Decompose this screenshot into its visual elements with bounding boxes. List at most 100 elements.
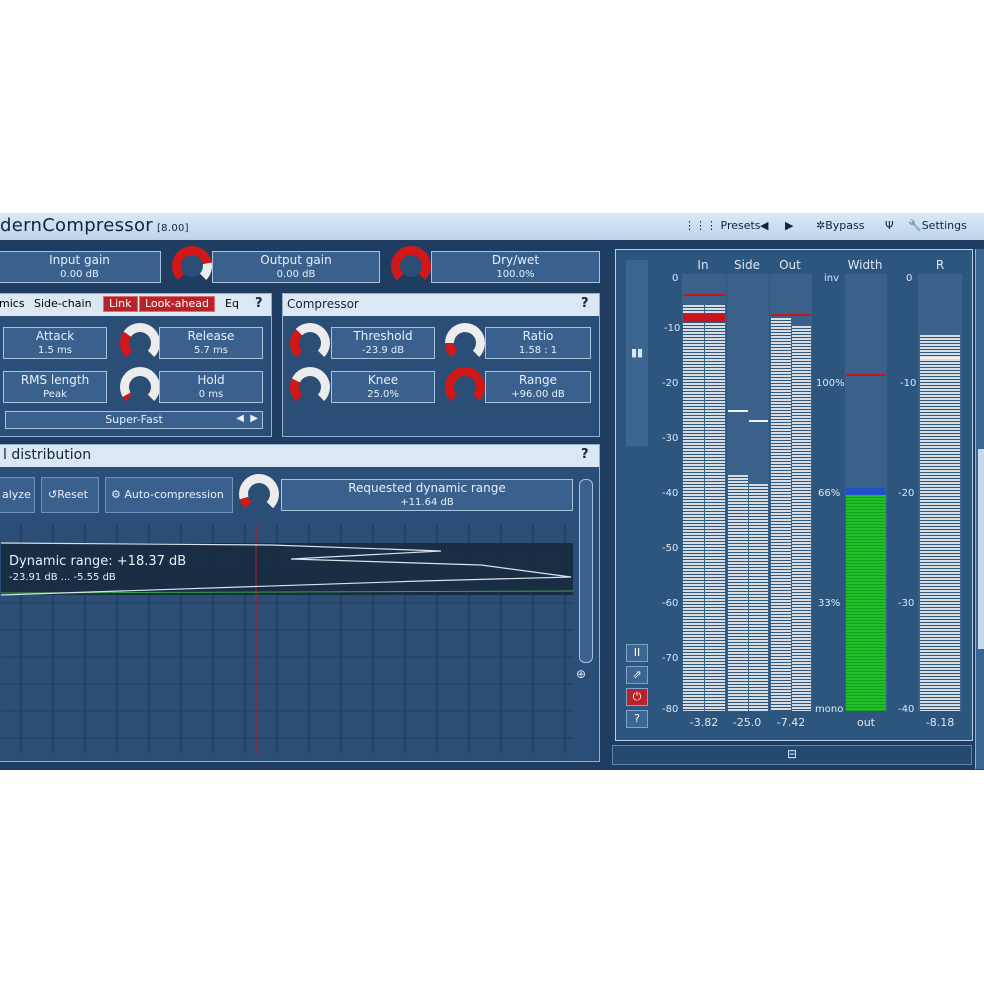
bypass-button[interactable]: ✲Bypass <box>816 219 864 232</box>
right-edge-panel <box>975 249 984 769</box>
input-gain-value: 0.00 dB <box>60 269 99 280</box>
settings-button[interactable]: 🔧Settings <box>908 219 967 232</box>
reset-button[interactable]: ↺Reset <box>41 477 99 513</box>
knee-knob[interactable] <box>290 367 330 407</box>
r-scale-label: 0 <box>906 273 913 284</box>
r-scale-label: -40 <box>898 704 915 715</box>
distribution-panel-header: l distribution ? <box>0 445 599 467</box>
attack-field[interactable]: Attack 1.5 ms <box>3 327 107 359</box>
knee-value: 25.0% <box>367 389 399 400</box>
compressor-help-button[interactable]: ? <box>581 296 589 311</box>
output-gain-label: Output gain <box>260 253 332 267</box>
distribution-scrollbar[interactable] <box>579 479 593 663</box>
input-gain-label: Input gain <box>49 253 110 267</box>
hold-knob[interactable] <box>120 367 160 407</box>
scale-label: -20 <box>662 378 679 389</box>
hold-field[interactable]: Hold 0 ms <box>159 371 263 403</box>
dynamics-panel: mics Side-chain Link Look-ahead Eq ? Att… <box>0 293 272 437</box>
scale-label: -10 <box>664 323 681 334</box>
distribution-title: l distribution <box>3 447 92 463</box>
version-label: [8.00] <box>156 223 189 234</box>
analyze-label: alyze <box>2 488 31 501</box>
output-gain-knob[interactable] <box>172 246 212 286</box>
preset-right-arrow[interactable]: ▶ <box>250 413 258 424</box>
bypass-label: Bypass <box>825 219 865 232</box>
requested-range-knob[interactable] <box>239 474 279 514</box>
release-knob[interactable] <box>120 323 160 363</box>
output-gain-value: 0.00 dB <box>276 269 316 280</box>
scale-label: 0 <box>672 273 679 284</box>
rms-length-field[interactable]: RMS length Peak <box>3 371 107 403</box>
out-meter-header: Out <box>779 258 801 272</box>
knee-field[interactable]: Knee 25.0% <box>331 371 435 403</box>
attack-label: Attack <box>35 329 75 343</box>
presets-button[interactable]: ⋮⋮⋮ Presets <box>684 219 761 232</box>
bottom-strip: ⊟ <box>612 745 972 765</box>
range-knob[interactable] <box>445 367 485 407</box>
tab-look-ahead[interactable]: Look-ahead <box>139 296 215 312</box>
range-field[interactable]: Range +96.00 dB <box>485 371 591 403</box>
side-meter-header: Side <box>734 258 760 272</box>
auto-compression-button[interactable]: ⚙ Auto-compression <box>105 477 233 513</box>
ratio-knob[interactable] <box>445 323 485 363</box>
input-gain-field[interactable]: Input gain 0.00 dB <box>0 251 161 283</box>
ratio-field[interactable]: Ratio 1.58 : 1 <box>485 327 591 359</box>
dynamics-help-button[interactable]: ? <box>255 296 263 311</box>
tab-eq[interactable]: Eq <box>225 297 239 310</box>
hold-value: 0 ms <box>198 389 224 400</box>
release-field[interactable]: Release 5.7 ms <box>159 327 263 359</box>
out-peak-marker <box>771 314 811 316</box>
meters-panel: ▮▮ In Side Out Width R 0 -10 -20 -30 -40… <box>615 249 973 741</box>
dry-wet-field[interactable]: Dry/wet 100.0% <box>431 251 600 283</box>
tab-side-chain[interactable]: Side-chain <box>34 297 92 310</box>
zoom-icon[interactable]: ⊕ <box>576 667 586 681</box>
in-left-level-bar <box>683 305 704 711</box>
right-edge-scrollbar[interactable] <box>978 449 984 649</box>
tuning-fork-icon[interactable]: Ψ <box>885 219 894 232</box>
out-right-level-bar <box>792 326 811 711</box>
r-peak-marker <box>920 357 960 359</box>
distribution-help-button[interactable]: ? <box>581 447 589 462</box>
range-label: Range <box>518 373 558 387</box>
prev-preset-button[interactable]: ◀ <box>760 219 768 232</box>
speed-preset-selector[interactable]: Super-Fast ◀ ▶ <box>5 411 263 429</box>
pause-button[interactable]: II <box>626 644 648 662</box>
compressor-panel: Compressor ? Threshold -23.9 dB Ratio 1.… <box>282 293 600 437</box>
preset-left-arrow[interactable]: ◀ <box>236 413 244 424</box>
requested-range-label: Requested dynamic range <box>348 481 506 495</box>
side-right-level-bar <box>749 484 768 711</box>
r-scale-label: -10 <box>900 378 917 389</box>
gears-icon: ⚙ <box>111 488 121 501</box>
dry-wet-label: Dry/wet <box>491 253 540 267</box>
dry-wet-knob[interactable] <box>391 246 431 286</box>
dynamics-panel-header: mics Side-chain Link Look-ahead Eq ? <box>0 294 271 316</box>
r-level-bar <box>920 335 960 711</box>
output-gain-field[interactable]: Output gain 0.00 dB <box>212 251 380 283</box>
compressor-panel-header: Compressor ? <box>283 294 599 316</box>
plugin-window: dernCompressor [8.00] ⋮⋮⋮ Presets ◀ ▶ ✲By… <box>0 213 984 770</box>
threshold-knob[interactable] <box>290 323 330 363</box>
minimize-icon[interactable]: ⊟ <box>787 747 797 761</box>
detach-button[interactable]: ⇗ <box>626 666 648 684</box>
tab-link[interactable]: Link <box>103 296 138 312</box>
title-bar: dernCompressor [8.00] ⋮⋮⋮ Presets ◀ ▶ ✲By… <box>0 213 984 240</box>
ratio-label: Ratio <box>522 329 554 343</box>
histogram-icon[interactable]: ▮▮ <box>631 346 643 359</box>
meters-help-button[interactable]: ? <box>626 710 648 728</box>
bypass-icon: ✲ <box>816 219 826 232</box>
requested-dynamic-range-field[interactable]: Requested dynamic range +11.64 dB <box>281 479 573 511</box>
width-blue-marker <box>846 488 886 495</box>
in-meter-header: In <box>697 258 709 272</box>
threshold-field[interactable]: Threshold -23.9 dB <box>331 327 435 359</box>
analyze-button[interactable]: alyze <box>0 477 35 513</box>
power-button[interactable]: ⏻ <box>626 688 648 706</box>
next-preset-button[interactable]: ▶ <box>785 219 793 232</box>
rms-length-value: Peak <box>43 389 67 400</box>
reset-icon: ↺ <box>48 488 58 501</box>
tab-dynamics[interactable]: mics <box>0 297 25 310</box>
width-scale-label: inv <box>824 273 840 284</box>
distribution-graph[interactable]: Dynamic range: +18.37 dB -23.91 dB ... -… <box>1 525 573 753</box>
width-out-readout: out <box>856 716 875 729</box>
reset-label: Reset <box>57 488 88 501</box>
distribution-panel: l distribution ? alyze ↺Reset ⚙ Auto-com… <box>0 444 600 762</box>
